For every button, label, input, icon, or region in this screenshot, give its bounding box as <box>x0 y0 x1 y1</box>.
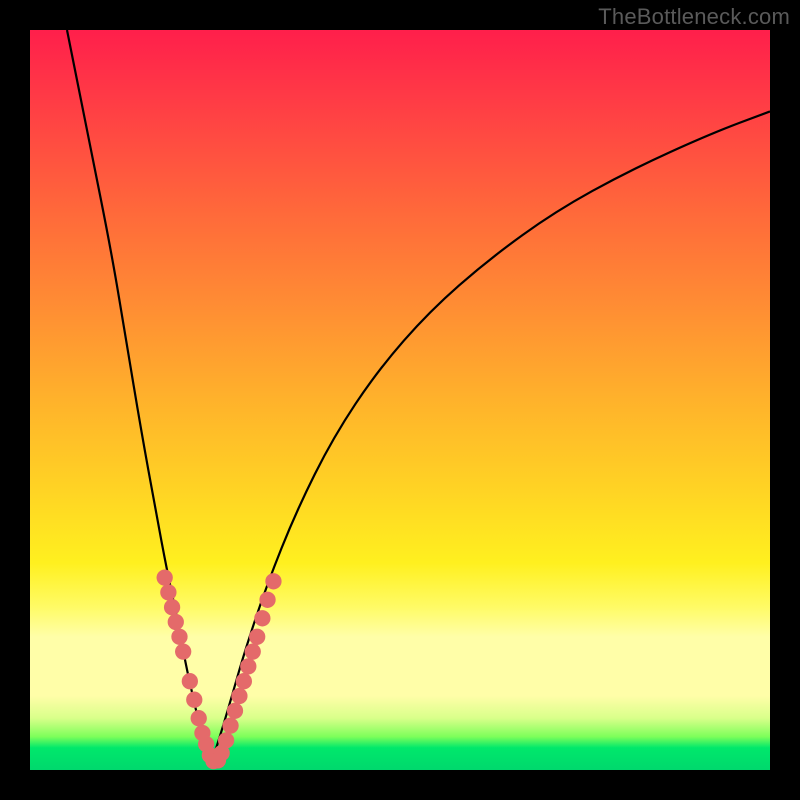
chart-frame: TheBottleneck.com <box>0 0 800 800</box>
data-marker <box>186 692 202 708</box>
data-marker <box>157 569 173 585</box>
attribution-label: TheBottleneck.com <box>598 4 790 30</box>
data-marker <box>231 688 247 704</box>
data-marker <box>168 614 184 630</box>
data-marker <box>259 592 275 608</box>
plot-area <box>30 30 770 770</box>
data-marker <box>218 732 234 748</box>
data-marker <box>245 643 261 659</box>
data-marker <box>191 710 207 726</box>
data-marker <box>254 610 270 626</box>
data-marker <box>171 629 187 645</box>
data-marker <box>265 573 281 589</box>
data-marker <box>249 629 265 645</box>
data-markers <box>157 569 282 769</box>
data-marker <box>236 673 252 689</box>
data-marker <box>175 643 191 659</box>
data-marker <box>164 599 180 615</box>
data-marker <box>227 703 243 719</box>
data-marker <box>222 717 238 733</box>
data-marker <box>182 673 198 689</box>
curve-right-branch <box>211 111 770 762</box>
data-marker <box>240 658 256 674</box>
data-marker <box>160 584 176 600</box>
curve-layer <box>30 30 770 770</box>
